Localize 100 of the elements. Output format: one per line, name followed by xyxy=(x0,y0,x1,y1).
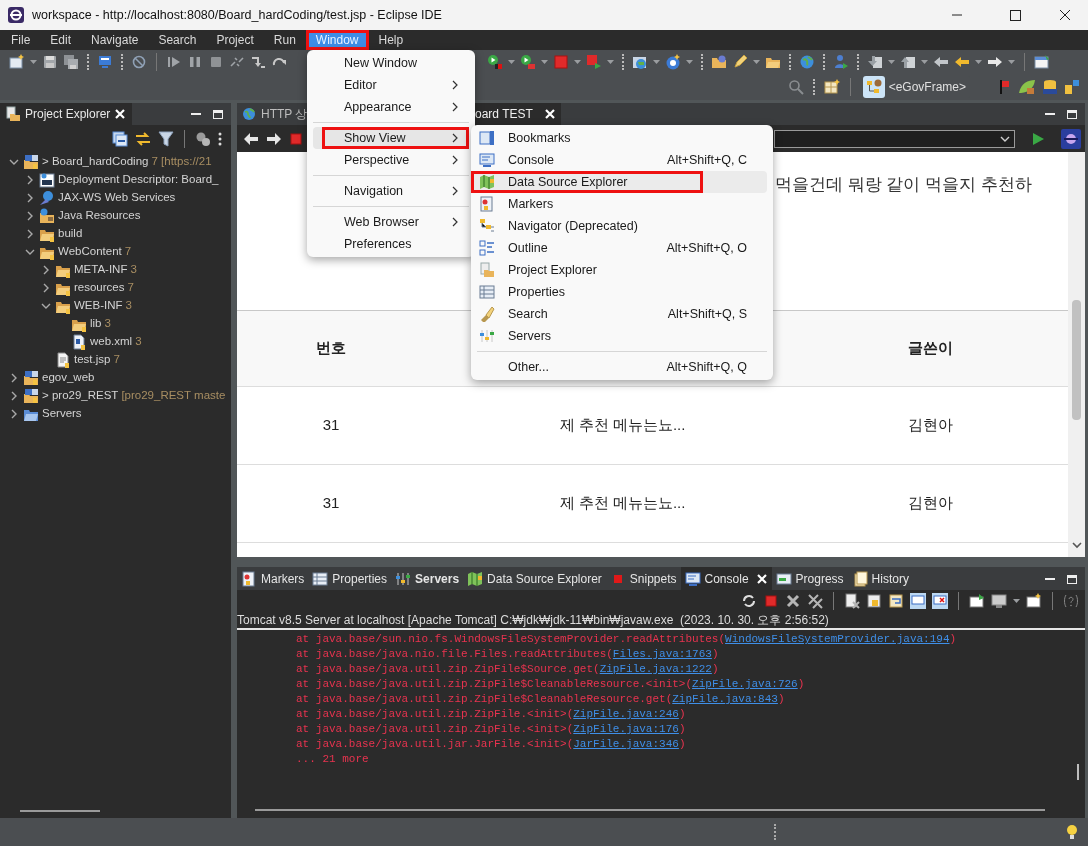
console-link[interactable]: ZipFile.java:246 xyxy=(573,708,679,720)
menu-item[interactable]: Help xyxy=(368,30,414,50)
table-cell[interactable]: 제 추천 메뉴는뇨... xyxy=(559,492,686,515)
close-icon[interactable] xyxy=(544,108,556,120)
no-entry-icon[interactable] xyxy=(131,54,147,70)
tree-item[interactable]: > Board_hardCoding xyxy=(42,153,149,171)
run-icon[interactable] xyxy=(520,54,536,70)
menu-item[interactable]: File xyxy=(1,30,41,50)
tree-item[interactable]: test.jsp xyxy=(74,351,111,369)
wrap-icon[interactable] xyxy=(888,593,904,609)
menu-item[interactable]: Editor xyxy=(313,74,469,96)
filter-icon[interactable] xyxy=(158,131,174,147)
scrollbar-thumb[interactable] xyxy=(20,810,100,812)
caret-icon[interactable] xyxy=(753,60,760,64)
go-icon[interactable] xyxy=(1030,130,1046,147)
console-link[interactable]: ZipFile.java:176 xyxy=(573,723,679,735)
upload-icon[interactable] xyxy=(900,54,916,70)
folder-icon[interactable] xyxy=(711,54,727,70)
editor-tab[interactable]: oard TEST xyxy=(475,103,561,125)
caret-icon[interactable] xyxy=(975,60,982,64)
menu-item[interactable]: Markers xyxy=(471,193,767,215)
arrow-right-icon[interactable] xyxy=(987,54,1003,70)
tree-item[interactable]: WebContent xyxy=(58,243,122,261)
caret-icon[interactable] xyxy=(686,60,693,64)
tree-item[interactable]: Servers xyxy=(42,405,82,423)
new-console-icon[interactable] xyxy=(969,593,985,609)
scrollbar-thumb[interactable] xyxy=(1072,300,1081,420)
caret-icon[interactable] xyxy=(888,60,895,64)
caret-icon[interactable] xyxy=(30,60,37,64)
stop-icon[interactable] xyxy=(208,54,224,70)
lightbulb-icon[interactable] xyxy=(1066,824,1078,840)
menu-item[interactable]: New Window xyxy=(313,52,469,74)
tree-item[interactable]: JAX-WS Web Services xyxy=(58,189,176,207)
menu-item[interactable]: Edit xyxy=(40,30,82,50)
collapse-all-icon[interactable] xyxy=(112,131,128,147)
clear-icon[interactable] xyxy=(844,593,860,609)
caret-icon[interactable] xyxy=(541,60,548,64)
remove-icon[interactable] xyxy=(785,593,801,609)
caret-icon[interactable] xyxy=(921,60,928,64)
close-icon[interactable] xyxy=(114,108,127,120)
menu-item[interactable]: Outline Alt+Shift+Q, O xyxy=(471,237,767,259)
tree-item[interactable]: egov_web xyxy=(42,369,95,387)
menu-item[interactable]: Web Browser xyxy=(313,211,469,233)
caret-icon[interactable] xyxy=(508,60,515,64)
menu-item[interactable]: Show View xyxy=(313,127,469,149)
monitor-icon[interactable] xyxy=(97,54,113,70)
menu-item[interactable]: Properties xyxy=(471,281,767,303)
menu-item[interactable]: Navigation xyxy=(313,180,469,202)
caret-icon[interactable] xyxy=(607,60,614,64)
remove-all-icon[interactable] xyxy=(807,593,823,609)
console-link[interactable]: Files.java:1763 xyxy=(612,648,712,660)
pencil-icon[interactable] xyxy=(732,54,748,70)
tree-item[interactable]: Java Resources xyxy=(58,207,141,225)
menu-item[interactable]: Project xyxy=(206,30,264,50)
save-icon[interactable] xyxy=(42,54,58,70)
window-icon[interactable] xyxy=(1034,54,1050,70)
menu-item[interactable]: Search xyxy=(148,30,207,50)
menu-item[interactable]: Bookmarks xyxy=(471,127,767,149)
stop-icon[interactable] xyxy=(289,131,303,146)
stack-icon[interactable] xyxy=(1064,79,1080,95)
caret-icon[interactable] xyxy=(1008,60,1015,64)
view-tab[interactable]: Snippets xyxy=(605,567,681,590)
tree-item[interactable]: META-INF xyxy=(74,261,128,279)
display-icon[interactable] xyxy=(991,593,1007,609)
download-icon[interactable] xyxy=(867,54,883,70)
arrow-left-icon[interactable] xyxy=(933,54,949,70)
url-field[interactable] xyxy=(774,129,1015,148)
spring-icon[interactable] xyxy=(665,54,681,70)
menu-item[interactable]: Navigator (Deprecated) xyxy=(471,215,767,237)
tree-item[interactable]: web.xml xyxy=(90,333,133,351)
view-tab[interactable]: Data Source Explorer xyxy=(463,567,606,590)
run-icon[interactable] xyxy=(487,54,503,70)
arrow-left-icon[interactable] xyxy=(954,54,970,70)
menu-item[interactable]: Run xyxy=(263,30,306,50)
caret-icon[interactable] xyxy=(653,60,660,64)
help-icon[interactable] xyxy=(1063,593,1079,609)
menu-item[interactable]: Appearance xyxy=(313,96,469,118)
menu-item[interactable]: Console Alt+Shift+Q, C xyxy=(471,149,767,171)
link-arrows-icon[interactable] xyxy=(134,131,152,147)
view-tab[interactable]: Console xyxy=(680,567,772,590)
error-console-icon[interactable] xyxy=(932,593,948,609)
view-tab[interactable]: Markers xyxy=(237,567,309,590)
scrollbar-thumb[interactable] xyxy=(1077,764,1079,780)
view-tab[interactable]: Project Explorer xyxy=(0,103,133,125)
menu-item[interactable]: Search Alt+Shift+Q, S xyxy=(471,303,767,325)
menu-item[interactable]: Project Explorer xyxy=(471,259,767,281)
tree-item[interactable]: > pro29_REST xyxy=(42,387,119,405)
close-icon[interactable] xyxy=(755,572,768,585)
menu-item[interactable]: Other... Alt+Shift+Q, Q xyxy=(471,356,767,378)
menu-item[interactable]: Perspective xyxy=(313,149,469,171)
caret-icon[interactable] xyxy=(1013,599,1020,603)
view-tab[interactable]: History xyxy=(847,567,913,590)
sync-icon[interactable] xyxy=(741,593,757,609)
tree-item[interactable]: lib xyxy=(90,315,102,333)
chevron-icon[interactable] xyxy=(1070,539,1083,551)
pin-console-icon[interactable] xyxy=(910,593,926,609)
view-tab[interactable]: Servers xyxy=(391,567,464,590)
menu-item[interactable]: Data Source Explorer xyxy=(471,171,767,193)
menu-item[interactable]: Servers xyxy=(471,325,767,347)
scrollbar-thumb[interactable] xyxy=(255,809,1045,811)
